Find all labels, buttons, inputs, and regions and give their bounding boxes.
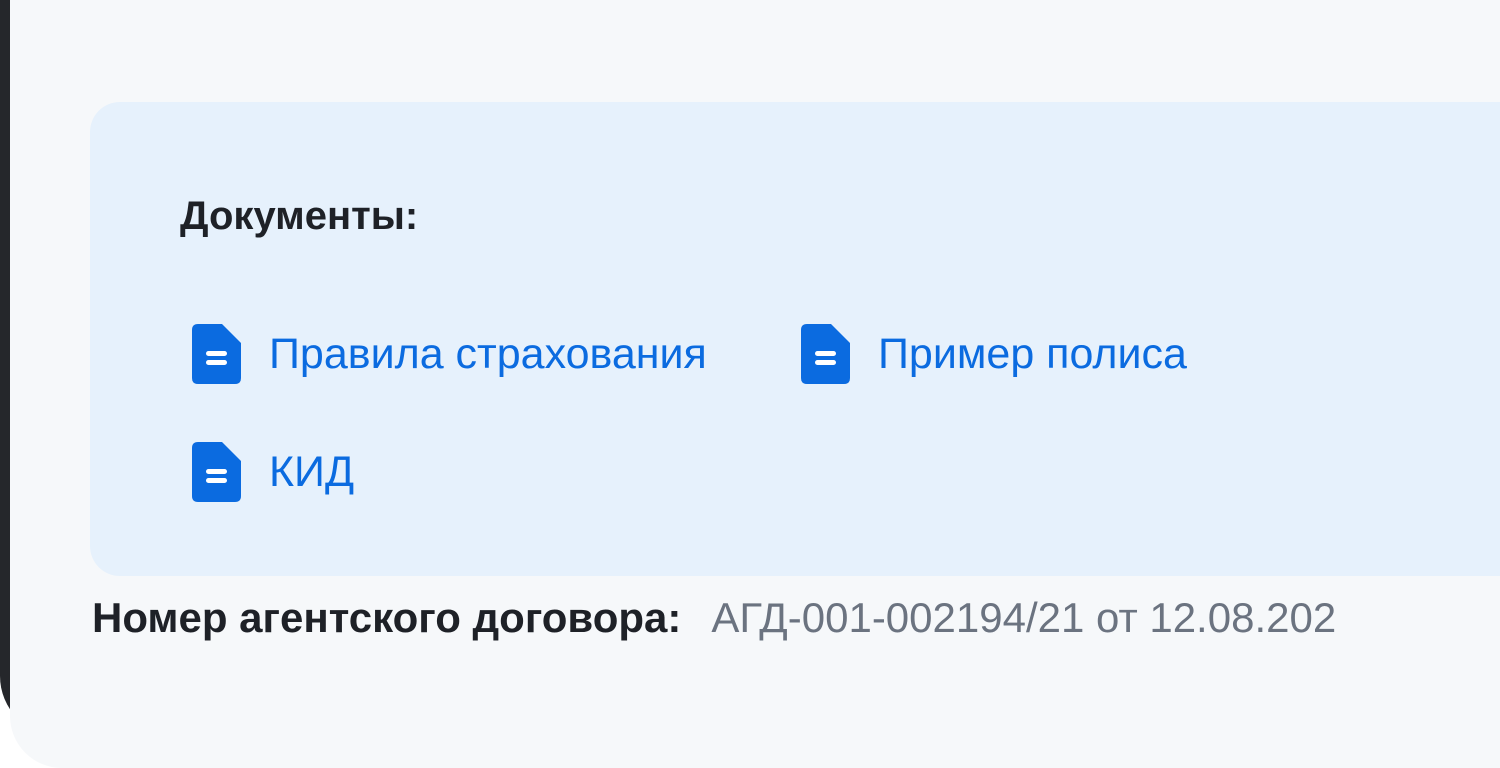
document-link-insurance-rules[interactable]: Правила страхования (192, 324, 707, 384)
document-icon (801, 324, 850, 384)
device-frame: Документы: Правила страхования Пример по… (0, 0, 1500, 768)
documents-card: Документы: Правила страхования Пример по… (90, 102, 1500, 576)
document-link-label: Пример полиса (878, 330, 1187, 378)
agency-contract-label: Номер агентского договора: (92, 594, 682, 641)
document-icon (192, 442, 241, 502)
screen: Документы: Правила страхования Пример по… (10, 0, 1500, 768)
document-link-policy-sample[interactable]: Пример полиса (801, 324, 1187, 384)
document-link-kid[interactable]: КИД (192, 442, 354, 502)
document-link-label: КИД (269, 448, 355, 496)
documents-title: Документы: (180, 194, 419, 238)
agency-contract-row: Номер агентского договора: АГД-001-002194… (92, 594, 1336, 642)
document-icon (192, 324, 241, 384)
document-link-label: Правила страхования (269, 330, 707, 378)
agency-contract-value: АГД-001-002194/21 от 12.08.202 (711, 594, 1337, 641)
